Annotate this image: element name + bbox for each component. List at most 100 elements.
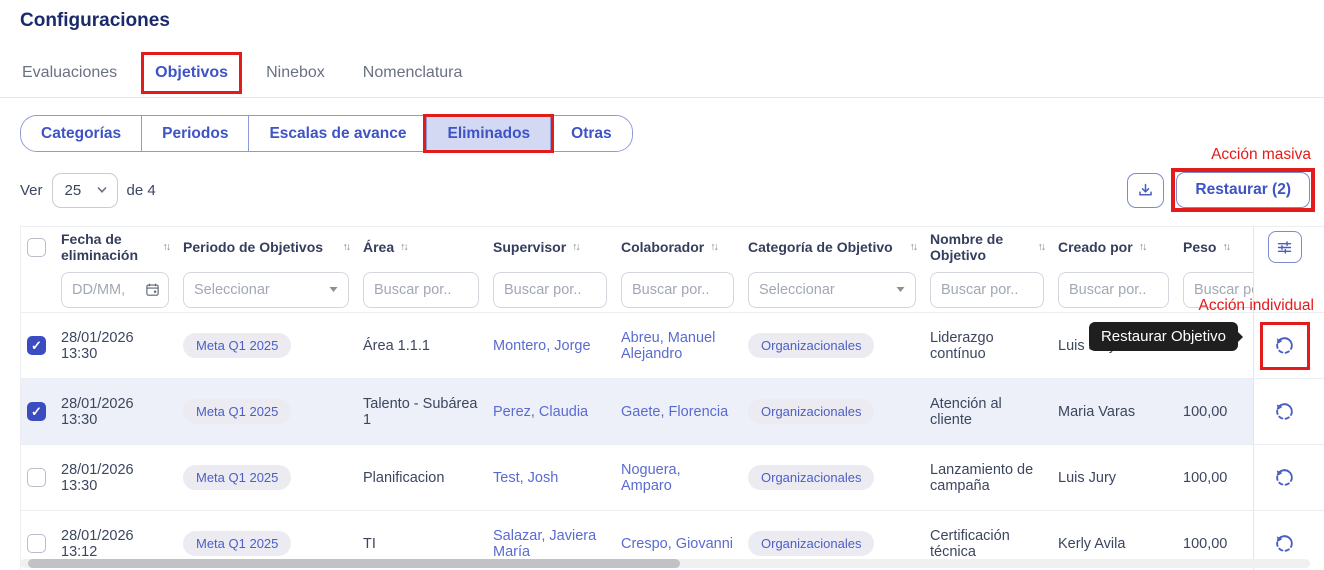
colaborador-link[interactable]: Noguera, Amparo (621, 462, 681, 494)
cell-nombre: Lanzamiento de campaña (928, 458, 1056, 498)
sliders-icon (1276, 239, 1293, 256)
filter-periodo-placeholder: Seleccionar (194, 282, 270, 298)
table-header-row: Fecha de eliminación↑↓ Periodo de Objeti… (21, 227, 1324, 267)
restore-row-button[interactable] (1268, 395, 1302, 429)
page-title: Configuraciones (20, 10, 170, 32)
cell-fecha: 28/01/2026 13:30 (59, 458, 181, 498)
sort-icon[interactable]: ↑↓ (163, 241, 170, 253)
periodo-badge: Meta Q1 2025 (183, 333, 291, 358)
filter-colaborador-input[interactable] (621, 272, 734, 308)
table-filter-row: Seleccionar Seleccionar (21, 267, 1324, 313)
sort-icon[interactable]: ↑↓ (910, 241, 917, 253)
tabs-divider (0, 97, 1324, 98)
sort-icon[interactable]: ↑↓ (343, 241, 350, 253)
colaborador-link[interactable]: Gaete, Florencia (621, 404, 728, 420)
sort-icon[interactable]: ↑↓ (710, 241, 717, 253)
filter-nombre-input[interactable] (930, 272, 1044, 308)
supervisor-link[interactable]: Salazar, Javiera María (493, 528, 596, 560)
mass-actions: Restaurar (2) (1127, 172, 1310, 208)
row-checkbox[interactable] (27, 336, 46, 355)
col-header-nombre: Nombre de Objetivo (930, 231, 1032, 263)
supervisor-link[interactable]: Montero, Jorge (493, 338, 591, 354)
tab-ninebox[interactable]: Ninebox (264, 60, 327, 86)
total-count-label: de 4 (127, 182, 156, 199)
col-header-categoria: Categoría de Objetivo (748, 239, 893, 255)
colaborador-link[interactable]: Abreu, Manuel Alejandro (621, 330, 715, 362)
cell-fecha: 28/01/2026 13:30 (59, 326, 181, 366)
horizontal-scrollbar-track[interactable] (20, 559, 1310, 568)
row-checkbox[interactable] (27, 468, 46, 487)
filter-periodo-select[interactable]: Seleccionar (183, 272, 349, 308)
cell-creado: Maria Varas (1056, 400, 1181, 424)
cell-peso: 100,00 (1181, 400, 1253, 424)
row-checkbox[interactable] (27, 402, 46, 421)
sort-icon[interactable]: ↑↓ (572, 241, 579, 253)
filter-date-input[interactable] (61, 272, 169, 308)
subtab-otras[interactable]: Otras (551, 116, 632, 151)
subtab-categorias[interactable]: Categorías (21, 116, 142, 151)
supervisor-link[interactable]: Perez, Claudia (493, 404, 588, 420)
sort-icon[interactable]: ↑↓ (400, 241, 407, 253)
periodo-badge: Meta Q1 2025 (183, 531, 291, 556)
sort-icon[interactable]: ↑↓ (1222, 241, 1229, 253)
table-row: 28/01/2026 13:30 Meta Q1 2025 Planificac… (21, 445, 1324, 511)
restore-row-button[interactable] (1268, 527, 1302, 561)
cell-peso: 100,00 (1181, 532, 1253, 556)
annotation-mass-action: Acción masiva (1211, 146, 1311, 164)
page-size-group: Ver 25 de 4 (20, 173, 156, 208)
subtab-escalas-de-avance[interactable]: Escalas de avance (249, 116, 427, 151)
select-all-checkbox[interactable] (27, 238, 46, 257)
table-row: 28/01/2026 13:30 Meta Q1 2025 Talento - … (21, 379, 1324, 445)
cell-area: TI (361, 532, 491, 556)
row-checkbox[interactable] (27, 534, 46, 553)
col-header-creado: Creado por (1058, 239, 1133, 255)
subtab-periodos[interactable]: Periodos (142, 116, 249, 151)
restore-row-button[interactable] (1268, 329, 1302, 363)
page-size-select[interactable]: 25 (52, 173, 118, 208)
restore-selected-button[interactable]: Restaurar (2) (1176, 172, 1310, 208)
filter-categoria-placeholder: Seleccionar (759, 282, 835, 298)
tab-evaluaciones[interactable]: Evaluaciones (20, 60, 119, 86)
cell-creado: Kerly Avila (1056, 532, 1181, 556)
objectives-subtabs: Categorías Periodos Escalas de avance El… (20, 115, 633, 152)
ver-label: Ver (20, 182, 43, 199)
categoria-badge: Organizacionales (748, 333, 874, 358)
subtab-eliminados[interactable]: Eliminados (427, 116, 551, 151)
deleted-objectives-table: Fecha de eliminación↑↓ Periodo de Objeti… (20, 226, 1324, 570)
colaborador-link[interactable]: Crespo, Giovanni (621, 536, 733, 552)
dropdown-arrow-icon (329, 286, 338, 293)
main-tabs: Evaluaciones Objetivos Ninebox Nomenclat… (20, 60, 464, 86)
periodo-badge: Meta Q1 2025 (183, 399, 291, 424)
filter-creado-input[interactable] (1058, 272, 1169, 308)
categoria-badge: Organizacionales (748, 531, 874, 556)
column-settings-button[interactable] (1268, 231, 1302, 263)
col-header-area: Área (363, 239, 394, 255)
cell-fecha: 28/01/2026 13:30 (59, 392, 181, 432)
filter-categoria-select[interactable]: Seleccionar (748, 272, 916, 308)
supervisor-link[interactable]: Test, Josh (493, 470, 558, 486)
cell-area: Planificacion (361, 466, 491, 490)
tab-objetivos[interactable]: Objetivos (153, 60, 230, 86)
horizontal-scrollbar-thumb[interactable] (28, 559, 680, 568)
restore-row-button[interactable] (1268, 461, 1302, 495)
col-header-peso: Peso (1183, 239, 1216, 255)
cell-creado: Luis Jury (1056, 466, 1181, 490)
col-header-fecha: Fecha de eliminación (61, 231, 157, 263)
periodo-badge: Meta Q1 2025 (183, 465, 291, 490)
sort-icon[interactable]: ↑↓ (1038, 241, 1045, 253)
dropdown-arrow-icon (896, 286, 905, 293)
col-header-supervisor: Supervisor (493, 239, 566, 255)
chevron-down-icon (97, 185, 107, 195)
col-header-colaborador: Colaborador (621, 239, 704, 255)
download-icon (1137, 182, 1154, 199)
cell-area: Talento - Subárea 1 (361, 392, 491, 432)
download-button[interactable] (1127, 173, 1164, 208)
filter-area-input[interactable] (363, 272, 479, 308)
tab-nomenclatura[interactable]: Nomenclatura (361, 60, 465, 86)
configurations-page: Configuraciones Evaluaciones Objetivos N… (0, 0, 1324, 570)
filter-supervisor-input[interactable] (493, 272, 607, 308)
cell-area: Área 1.1.1 (361, 334, 491, 358)
cell-nombre: Certificación técnica (928, 524, 1056, 564)
page-size-value: 25 (65, 182, 82, 199)
sort-icon[interactable]: ↑↓ (1139, 241, 1146, 253)
